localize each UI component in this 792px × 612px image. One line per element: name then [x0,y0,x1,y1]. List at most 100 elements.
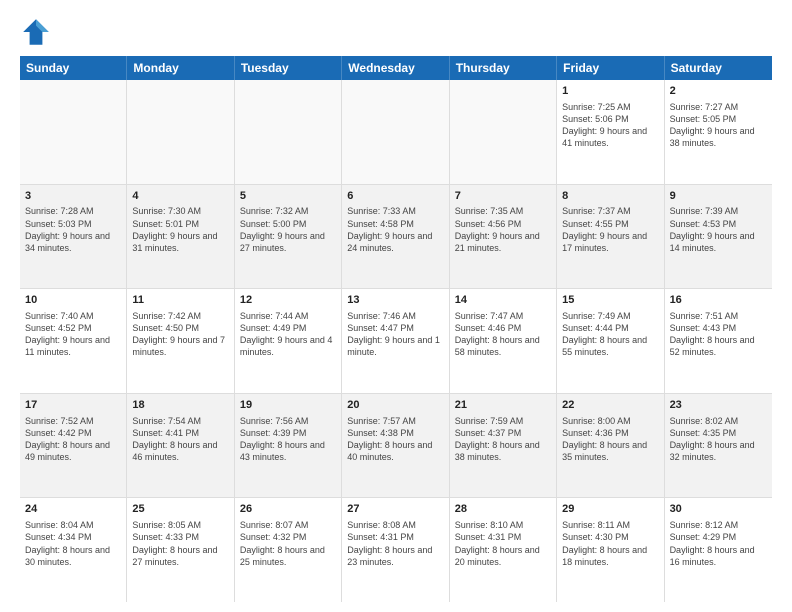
day-number: 7 [455,189,551,204]
day-number: 26 [240,502,336,517]
day-number: 13 [347,293,443,308]
day-info: Sunrise: 7:52 AM Sunset: 4:42 PM Dayligh… [25,416,110,462]
day-info: Sunrise: 7:59 AM Sunset: 4:37 PM Dayligh… [455,416,540,462]
logo-icon [20,16,52,48]
day-info: Sunrise: 7:56 AM Sunset: 4:39 PM Dayligh… [240,416,325,462]
day-info: Sunrise: 7:51 AM Sunset: 4:43 PM Dayligh… [670,311,755,357]
day-number: 16 [670,293,767,308]
calendar-header: SundayMondayTuesdayWednesdayThursdayFrid… [20,56,772,80]
day-number: 14 [455,293,551,308]
day-info: Sunrise: 7:49 AM Sunset: 4:44 PM Dayligh… [562,311,647,357]
logo [20,16,56,48]
calendar-row: 24 Sunrise: 8:04 AM Sunset: 4:34 PM Dayli… [20,498,772,602]
calendar-cell: 6Sunrise: 7:33 AM Sunset: 4:58 PM Daylig… [342,185,449,289]
day-info: Sunrise: 7:25 AM Sunset: 5:06 PM Dayligh… [562,102,647,148]
calendar-cell: 26 Sunrise: 8:07 AM Sunset: 4:32 PM Dayli… [235,498,342,602]
calendar-cell: 16 Sunrise: 7:51 AM Sunset: 4:43 PM Dayli… [665,289,772,393]
calendar-body: 1Sunrise: 7:25 AM Sunset: 5:06 PM Daylig… [20,80,772,602]
day-info: Sunrise: 7:27 AM Sunset: 5:05 PM Dayligh… [670,102,755,148]
calendar-cell: 4Sunrise: 7:30 AM Sunset: 5:01 PM Daylig… [127,185,234,289]
calendar-cell: 20 Sunrise: 7:57 AM Sunset: 4:38 PM Dayli… [342,394,449,498]
day-info: Sunrise: 7:44 AM Sunset: 4:49 PM Dayligh… [240,311,333,357]
calendar-cell [450,80,557,184]
day-info: Sunrise: 8:05 AM Sunset: 4:33 PM Dayligh… [132,520,217,566]
day-number: 23 [670,398,767,413]
calendar-row: 3 Sunrise: 7:28 AM Sunset: 5:03 PM Daylig… [20,185,772,290]
calendar-cell: 27 Sunrise: 8:08 AM Sunset: 4:31 PM Dayli… [342,498,449,602]
day-info: Sunrise: 7:28 AM Sunset: 5:03 PM Dayligh… [25,206,110,252]
day-info: Sunrise: 7:37 AM Sunset: 4:55 PM Dayligh… [562,206,647,252]
day-info: Sunrise: 7:32 AM Sunset: 5:00 PM Dayligh… [240,206,325,252]
day-info: Sunrise: 8:07 AM Sunset: 4:32 PM Dayligh… [240,520,325,566]
day-number: 27 [347,502,443,517]
calendar-row: 17 Sunrise: 7:52 AM Sunset: 4:42 PM Dayli… [20,394,772,499]
day-info: Sunrise: 8:12 AM Sunset: 4:29 PM Dayligh… [670,520,755,566]
day-number: 19 [240,398,336,413]
day-info: Sunrise: 8:00 AM Sunset: 4:36 PM Dayligh… [562,416,647,462]
day-info: Sunrise: 7:57 AM Sunset: 4:38 PM Dayligh… [347,416,432,462]
day-number: 6 [347,189,443,204]
calendar-cell: 30 Sunrise: 8:12 AM Sunset: 4:29 PM Dayli… [665,498,772,602]
day-number: 11 [132,293,228,308]
day-number: 28 [455,502,551,517]
calendar-cell [342,80,449,184]
day-number: 3 [25,189,121,204]
day-info: Sunrise: 7:47 AM Sunset: 4:46 PM Dayligh… [455,311,540,357]
weekday-header: Monday [127,56,234,80]
day-number: 8 [562,189,658,204]
calendar-cell: 11 Sunrise: 7:42 AM Sunset: 4:50 PM Dayli… [127,289,234,393]
day-number: 30 [670,502,767,517]
calendar-row: 10Sunrise: 7:40 AM Sunset: 4:52 PM Dayli… [20,289,772,394]
calendar-row: 1Sunrise: 7:25 AM Sunset: 5:06 PM Daylig… [20,80,772,185]
day-number: 9 [670,189,767,204]
calendar-cell: 5 Sunrise: 7:32 AM Sunset: 5:00 PM Daylig… [235,185,342,289]
calendar-cell [235,80,342,184]
weekday-header: Sunday [20,56,127,80]
day-number: 25 [132,502,228,517]
calendar-cell: 1Sunrise: 7:25 AM Sunset: 5:06 PM Daylig… [557,80,664,184]
calendar-cell: 2Sunrise: 7:27 AM Sunset: 5:05 PM Daylig… [665,80,772,184]
weekday-header: Friday [557,56,664,80]
calendar-cell: 10Sunrise: 7:40 AM Sunset: 4:52 PM Dayli… [20,289,127,393]
day-info: Sunrise: 8:02 AM Sunset: 4:35 PM Dayligh… [670,416,755,462]
calendar-cell: 29Sunrise: 8:11 AM Sunset: 4:30 PM Dayli… [557,498,664,602]
calendar-cell: 9 Sunrise: 7:39 AM Sunset: 4:53 PM Daylig… [665,185,772,289]
weekday-header: Wednesday [342,56,449,80]
day-number: 17 [25,398,121,413]
calendar-cell: 28 Sunrise: 8:10 AM Sunset: 4:31 PM Dayli… [450,498,557,602]
day-number: 15 [562,293,658,308]
calendar-cell [20,80,127,184]
day-info: Sunrise: 8:08 AM Sunset: 4:31 PM Dayligh… [347,520,432,566]
calendar-cell: 25 Sunrise: 8:05 AM Sunset: 4:33 PM Dayli… [127,498,234,602]
calendar-cell: 15 Sunrise: 7:49 AM Sunset: 4:44 PM Dayli… [557,289,664,393]
day-number: 21 [455,398,551,413]
calendar-cell: 13Sunrise: 7:46 AM Sunset: 4:47 PM Dayli… [342,289,449,393]
day-info: Sunrise: 7:42 AM Sunset: 4:50 PM Dayligh… [132,311,225,357]
calendar-cell: 22Sunrise: 8:00 AM Sunset: 4:36 PM Dayli… [557,394,664,498]
calendar-cell: 7Sunrise: 7:35 AM Sunset: 4:56 PM Daylig… [450,185,557,289]
calendar-cell: 19 Sunrise: 7:56 AM Sunset: 4:39 PM Dayli… [235,394,342,498]
weekday-header: Saturday [665,56,772,80]
day-info: Sunrise: 7:30 AM Sunset: 5:01 PM Dayligh… [132,206,217,252]
calendar-cell: 24 Sunrise: 8:04 AM Sunset: 4:34 PM Dayli… [20,498,127,602]
day-number: 24 [25,502,121,517]
day-info: Sunrise: 8:04 AM Sunset: 4:34 PM Dayligh… [25,520,110,566]
day-info: Sunrise: 7:54 AM Sunset: 4:41 PM Dayligh… [132,416,217,462]
day-number: 10 [25,293,121,308]
calendar-cell: 21 Sunrise: 7:59 AM Sunset: 4:37 PM Dayli… [450,394,557,498]
calendar-cell: 23 Sunrise: 8:02 AM Sunset: 4:35 PM Dayli… [665,394,772,498]
day-number: 5 [240,189,336,204]
calendar-cell: 3 Sunrise: 7:28 AM Sunset: 5:03 PM Daylig… [20,185,127,289]
calendar-cell: 8 Sunrise: 7:37 AM Sunset: 4:55 PM Daylig… [557,185,664,289]
day-info: Sunrise: 8:10 AM Sunset: 4:31 PM Dayligh… [455,520,540,566]
header [20,16,772,48]
day-number: 12 [240,293,336,308]
calendar-cell: 17 Sunrise: 7:52 AM Sunset: 4:42 PM Dayli… [20,394,127,498]
day-number: 20 [347,398,443,413]
day-info: Sunrise: 7:39 AM Sunset: 4:53 PM Dayligh… [670,206,755,252]
calendar: SundayMondayTuesdayWednesdayThursdayFrid… [20,56,772,602]
day-number: 18 [132,398,228,413]
weekday-header: Tuesday [235,56,342,80]
calendar-cell: 12 Sunrise: 7:44 AM Sunset: 4:49 PM Dayli… [235,289,342,393]
day-info: Sunrise: 8:11 AM Sunset: 4:30 PM Dayligh… [562,520,647,566]
